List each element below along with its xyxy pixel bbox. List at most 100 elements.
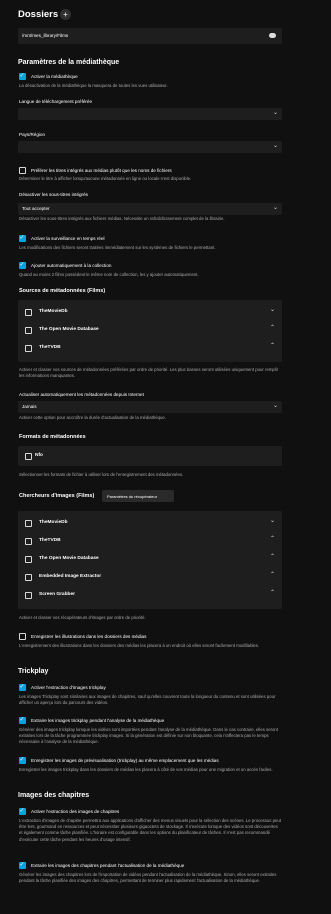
image-fetcher-name: TheTVDB: [39, 538, 61, 543]
image-fetcher-checkbox[interactable]: [25, 520, 32, 527]
list-item[interactable]: TheTVDB ⌃: [18, 533, 282, 550]
metadata-format-name: Nfo: [35, 453, 43, 458]
metadata-source-name: The Open Movie Database: [39, 327, 99, 332]
save-artwork-label: Enregistrer les illustrations dans les d…: [31, 634, 147, 639]
move-up-icon[interactable]: ⌃: [270, 536, 275, 542]
chevron-down-icon: ⌄: [272, 110, 278, 116]
download-language-select[interactable]: ⌄: [18, 108, 282, 120]
trickplay-during-scan-label: Extraire les images trickplay pendant l'…: [31, 718, 165, 723]
chapters-title: Images des chapitres: [18, 792, 90, 799]
country-select[interactable]: ⌄: [18, 141, 282, 153]
disable-subtitles-label: Désactiver les sous-titres intégrés: [19, 192, 88, 197]
metadata-source-name: TheTVDB: [39, 345, 61, 350]
list-item[interactable]: Screen Grabber ⌃: [18, 587, 282, 604]
metadata-sources-desc: Activer et classer vos sources de métado…: [19, 367, 279, 379]
save-artwork-desc: L'enregistrement des illustrations dans …: [19, 643, 260, 648]
list-item[interactable]: The Open Movie Database ⌃: [18, 551, 282, 568]
disable-subtitles-select[interactable]: Tout accepter ⌄: [18, 203, 282, 215]
image-fetcher-checkbox[interactable]: [25, 556, 32, 563]
auto-collection-label: Ajouter automatiquement à la collection: [31, 263, 112, 268]
chapters-during-scan-label: Extraire les images des chapitres pendan…: [31, 863, 185, 868]
trickplay-save-local-desc: Enregistrer les images trickplay dans le…: [19, 767, 273, 772]
metadata-source-checkbox[interactable]: [25, 345, 32, 352]
move-down-icon[interactable]: ⌄: [270, 518, 275, 524]
trickplay-enable-checkbox[interactable]: [19, 684, 26, 691]
move-up-icon[interactable]: ⌃: [270, 572, 275, 578]
folders-title: Dossiers: [18, 9, 59, 20]
trickplay-during-scan-checkbox[interactable]: [19, 717, 26, 724]
enable-library-checkbox[interactable]: [19, 73, 26, 80]
prefer-embedded-titles-label: Préférer les titres intégrés aux médias …: [31, 168, 172, 173]
trickplay-enable-desc: Les images Trickplay sont similaires aux…: [19, 694, 276, 706]
realtime-monitor-checkbox[interactable]: [19, 235, 26, 242]
list-item[interactable]: TheMovieDb ⌄: [18, 515, 282, 532]
remove-folder-icon[interactable]: [269, 33, 276, 38]
metadata-formats-title: Formats de métadonnées: [19, 434, 86, 440]
chapters-during-scan-desc: Générer les images des chapitres lors de…: [19, 872, 277, 884]
move-up-icon[interactable]: ⌃: [270, 554, 275, 560]
move-up-icon[interactable]: ⌃: [270, 590, 275, 596]
metadata-format-checkbox[interactable]: [25, 453, 32, 460]
country-label: Pays/Région: [19, 132, 46, 137]
metadata-formats-list: Nfo: [18, 446, 282, 466]
chapters-enable-label: Activer l'extraction des images de chapi…: [31, 809, 120, 814]
prefer-embedded-titles-checkbox[interactable]: [19, 167, 26, 174]
disable-subtitles-value: Tout accepter: [22, 206, 50, 211]
auto-collection-checkbox[interactable]: [19, 262, 26, 269]
chevron-down-icon: ⌄: [272, 403, 278, 409]
image-fetcher-name: TheMovieDb: [39, 520, 68, 525]
chapters-enable-checkbox[interactable]: [19, 808, 26, 815]
list-item[interactable]: Embedded Image Extractor ⌃: [18, 569, 282, 586]
folder-path-row[interactable]: /mnt/mes_library/Films: [18, 28, 282, 44]
metadata-refresh-select[interactable]: Jamais ⌄: [18, 401, 282, 413]
metadata-source-checkbox[interactable]: [25, 327, 32, 334]
enable-library-label: Activer la médiathèque: [31, 74, 78, 79]
chevron-down-icon: ⌄: [272, 205, 278, 211]
trickplay-during-scan-desc: Générer des images trickplay lorsque les…: [19, 727, 279, 745]
metadata-sources-title: Sources de métadonnées (Films): [19, 288, 106, 294]
list-item[interactable]: Nfo: [18, 448, 282, 465]
trickplay-save-local-checkbox[interactable]: [19, 757, 26, 764]
image-fetchers-list: TheMovieDb ⌄ TheTVDB ⌃ The Open Movie Da…: [18, 511, 282, 609]
image-fetcher-name: Embedded Image Extractor: [39, 574, 102, 579]
metadata-refresh-label: Actualiser automatiquement les métadonné…: [19, 392, 144, 397]
move-down-icon[interactable]: ⌄: [270, 307, 275, 313]
fetcher-settings-label: Paramètres du récupérateur: [107, 493, 158, 499]
image-fetchers-desc: Activer et classer vos récupérateurs d'i…: [19, 615, 146, 620]
chapters-during-scan-checkbox[interactable]: [19, 862, 26, 869]
metadata-formats-desc: Sélectionner les formats de fichier à ut…: [19, 472, 184, 477]
trickplay-enable-label: Activer l'extraction d'images trickplay: [31, 685, 106, 690]
fetcher-settings-button[interactable]: Paramètres du récupérateur: [102, 490, 174, 502]
list-item[interactable]: The Open Movie Database ⌃: [18, 322, 282, 339]
trickplay-title: Trickplay: [18, 668, 49, 675]
metadata-refresh-value: Jamais: [22, 404, 37, 409]
image-fetchers-title: Chercheurs d'images (Films): [19, 493, 95, 499]
list-item[interactable]: TheTVDB ⌃: [18, 340, 282, 357]
list-item[interactable]: TheMovieDb ⌄: [18, 304, 282, 321]
move-up-icon[interactable]: ⌃: [270, 343, 275, 349]
realtime-monitor-label: Activer la surveillance en temps réel: [31, 236, 105, 241]
save-artwork-checkbox[interactable]: [19, 633, 26, 640]
enable-library-desc: La désactivation de la médiathèque la ma…: [19, 83, 168, 88]
image-fetcher-name: Screen Grabber: [39, 592, 75, 597]
move-up-icon[interactable]: ⌃: [270, 325, 275, 331]
add-folder-button[interactable]: +: [60, 9, 71, 20]
image-fetcher-checkbox[interactable]: [25, 574, 32, 581]
auto-collection-desc: Quand au moins 2 films possèdent le même…: [19, 272, 199, 277]
realtime-monitor-desc: Les modifications des fichiers seront tr…: [19, 245, 216, 250]
metadata-refresh-desc: Activer cette option pour accroître la d…: [19, 415, 167, 420]
folder-path: /mnt/mes_library/Films: [22, 33, 69, 38]
prefer-embedded-titles-desc: Déterminer le titre à afficher lorsqu'au…: [19, 176, 192, 181]
metadata-source-checkbox[interactable]: [25, 309, 32, 316]
image-fetcher-checkbox[interactable]: [25, 592, 32, 599]
library-settings-title: Paramètres de la médiathèque: [18, 59, 120, 66]
download-language-label: Langue de téléchargement préférée: [19, 99, 93, 104]
chapters-enable-desc: L'extraction d'images de chapitre permet…: [19, 818, 282, 842]
image-fetcher-name: The Open Movie Database: [39, 556, 99, 561]
metadata-source-name: TheMovieDb: [39, 309, 68, 314]
chevron-down-icon: ⌄: [272, 143, 278, 149]
disable-subtitles-desc: Désactiver les sous-titres intégrés aux …: [19, 216, 225, 221]
image-fetcher-checkbox[interactable]: [25, 538, 32, 545]
trickplay-save-local-label: Enregistrer les images de prévisualisati…: [31, 758, 219, 763]
metadata-sources-list: TheMovieDb ⌄ The Open Movie Database ⌃ T…: [18, 300, 282, 362]
